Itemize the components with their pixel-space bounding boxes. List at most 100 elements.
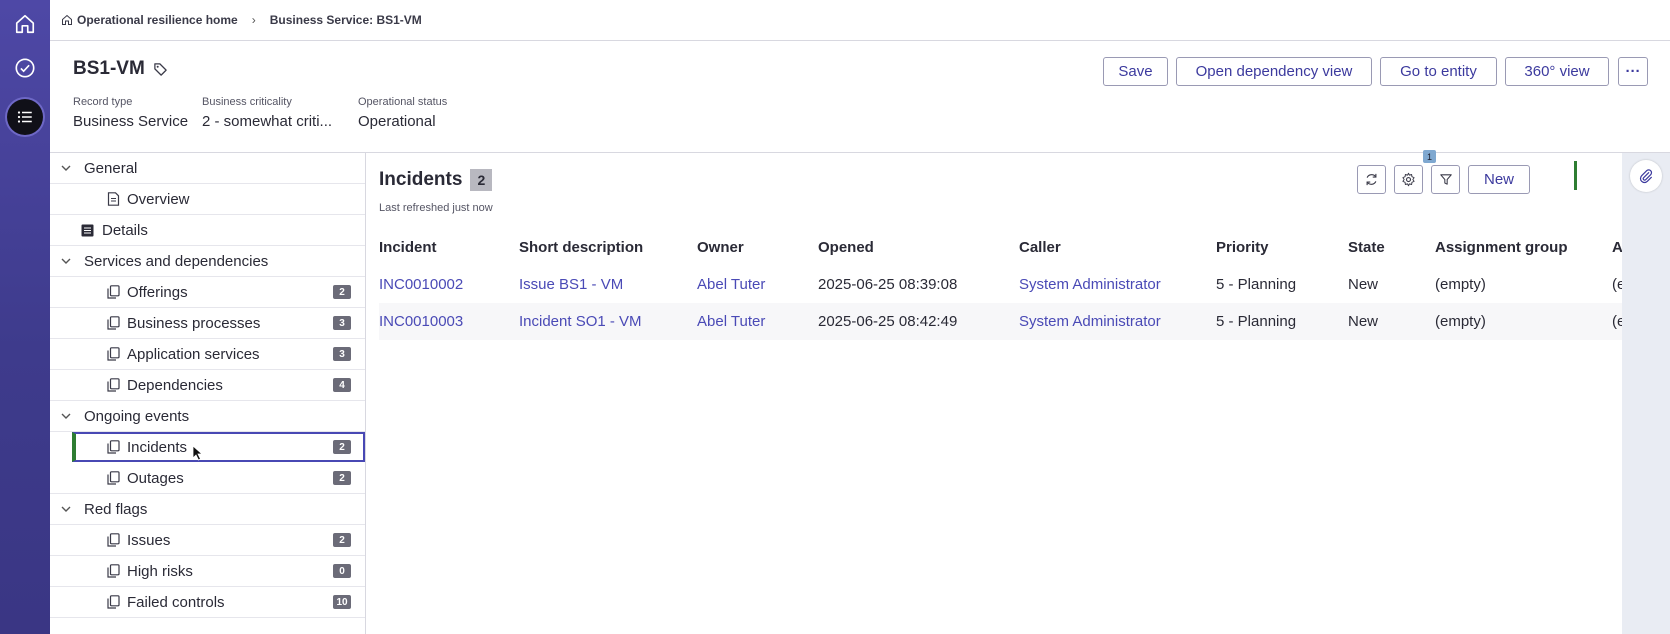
go-to-entity-button[interactable]: Go to entity [1380,57,1497,86]
field-label: Operational status [358,96,448,108]
nav-section-red-flags[interactable]: Red flags [50,494,365,525]
nav-item-application-services[interactable]: Application services 3 [50,339,365,370]
breadcrumb-home-label: Operational resilience home [77,13,238,27]
count-badge: 10 [333,595,351,609]
record-header: BS1-VM Record type Business Service Busi… [50,41,1670,153]
nav-item-label: Failed controls [127,593,225,611]
refresh-icon [1366,173,1377,186]
attachment-button[interactable] [1630,160,1662,192]
assignment-group-cell: (empty) [1435,303,1612,340]
caller-link[interactable]: System Administrator [1019,303,1216,340]
count-badge: 2 [333,440,351,454]
column-header-caller[interactable]: Caller [1019,228,1216,266]
nav-item-issues[interactable]: Issues 2 [50,525,365,556]
check-circle-icon[interactable] [9,52,41,84]
copy-icon [107,316,120,330]
app-rail [0,0,50,634]
nav-item-high-risks[interactable]: High risks 0 [50,556,365,587]
count-badge: 2 [333,285,351,299]
breadcrumb: Operational resilience home › Business S… [50,0,1670,41]
nav-item-business-processes[interactable]: Business processes 3 [50,308,365,339]
nav-item-label: Incidents [127,438,188,456]
copy-icon [107,440,120,454]
column-header-incident[interactable]: Incident [379,228,519,266]
home-icon[interactable] [9,8,41,40]
column-header-short-description[interactable]: Short description [519,228,697,266]
copy-icon [107,533,120,547]
screen: Operational resilience home › Business S… [0,0,1670,634]
column-header-priority[interactable]: Priority [1216,228,1348,266]
side-panel-strip [1622,153,1670,634]
nav-item-failed-controls[interactable]: Failed controls 10 [50,587,365,618]
short-description-link[interactable]: Incident SO1 - VM [519,303,697,340]
caller-link[interactable]: System Administrator [1019,266,1216,303]
column-header-opened[interactable]: Opened [818,228,1019,266]
column-header-owner[interactable]: Owner [697,228,818,266]
more-actions-button[interactable]: ··· [1618,57,1648,86]
field-value: Operational [358,113,436,130]
table-row[interactable]: INC0010003 Incident SO1 - VM Abel Tuter … [379,303,1626,340]
priority-cell: 5 - Planning [1216,276,1297,293]
business-criticality-field: Business criticality 2 - somewhat criti.… [202,96,332,130]
home-icon [62,14,72,25]
table-header-row: Incident Short description Owner Opened … [379,228,1626,266]
breadcrumb-current: Business Service: BS1-VM [269,13,422,27]
nav-section-label: Ongoing events [84,407,190,425]
nav-item-label: Overview [127,190,190,208]
count-badge: 4 [333,378,351,392]
tag-icon[interactable] [153,62,168,77]
nav-item-overview[interactable]: Overview [50,184,365,215]
nav-section-label: General [84,159,138,177]
record-nav: General Overview Details Services and de… [50,153,366,634]
nav-section-ongoing-events[interactable]: Ongoing events [50,401,365,432]
short-description-link[interactable]: Issue BS1 - VM [519,266,697,303]
copy-icon [107,564,120,578]
new-record-button[interactable]: New [1468,165,1530,194]
mouse-cursor-icon [192,445,204,465]
nav-item-label: Outages [127,469,184,487]
list-settings-button[interactable] [1394,165,1423,194]
open-dependency-view-button[interactable]: Open dependency view [1176,57,1372,86]
nav-section-services[interactable]: Services and dependencies [50,246,365,277]
nav-item-incidents[interactable]: Incidents 2 [72,432,365,462]
save-button[interactable]: Save [1103,57,1168,86]
list-icon[interactable] [7,99,43,135]
count-badge: 3 [333,316,351,330]
assignment-group-cell: (empty) [1435,276,1486,293]
copy-icon [107,595,120,609]
column-header-assignment-group[interactable]: Assignment group [1435,228,1612,266]
incident-number-link[interactable]: INC0010003 [379,303,519,340]
count-badge: 2 [333,471,351,485]
paperclip-icon [1639,169,1653,184]
priority-cell: 5 - Planning [1216,303,1348,340]
opened-cell: 2025-06-25 08:42:49 [818,303,1019,340]
column-header-state[interactable]: State [1348,228,1435,266]
360-view-button[interactable]: 360° view [1505,57,1609,86]
copy-icon [107,347,120,361]
chevron-down-icon [60,162,74,174]
state-cell: New [1348,276,1379,293]
table-row[interactable]: INC0010002 Issue BS1 - VM Abel Tuter 202… [379,266,1626,303]
nav-section-label: Services and dependencies [84,252,269,270]
nav-item-details[interactable]: Details [50,215,365,246]
owner-link[interactable]: Abel Tuter [697,303,818,340]
chevron-down-icon [60,503,74,515]
list-header: Incidents 2 [379,169,493,191]
copy-icon [107,285,120,299]
field-label: Record type [73,96,133,108]
nav-item-outages[interactable]: Outages 2 [50,463,365,494]
nav-item-dependencies[interactable]: Dependencies 4 [50,370,365,401]
details-icon [81,224,94,237]
nav-item-label: Offerings [127,283,188,301]
nav-section-general[interactable]: General [50,153,365,184]
record-title-group: BS1-VM [73,58,168,80]
chevron-right-icon: › [251,13,256,27]
owner-link[interactable]: Abel Tuter [697,266,818,303]
incident-number-link[interactable]: INC0010002 [379,266,519,303]
filter-button[interactable] [1431,165,1460,194]
opened-cell: 2025-06-25 08:39:08 [818,276,958,293]
refresh-button[interactable] [1357,165,1386,194]
nav-item-offerings[interactable]: Offerings 2 [50,277,365,308]
breadcrumb-home-link[interactable]: Operational resilience home [61,13,238,27]
nav-item-label: Details [102,221,148,239]
